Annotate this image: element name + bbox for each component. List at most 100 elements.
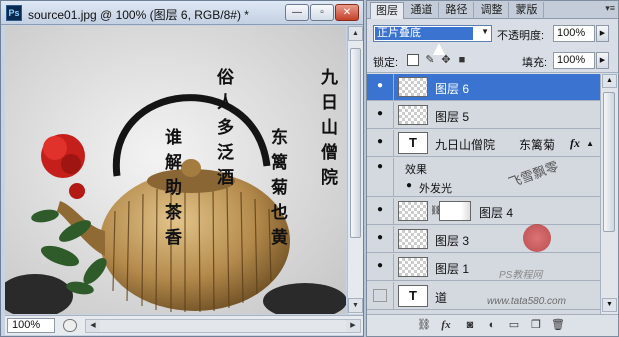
outer-glow-row[interactable]: ● 外发光 [367, 177, 600, 197]
red-seal-icon [523, 224, 551, 252]
blend-opacity-row: 正片叠底 ▼ 不透明度: 100% ▶ [367, 21, 618, 47]
scrollbar-thumb[interactable] [603, 92, 615, 232]
layer-row-6[interactable]: ● 图层 6 [367, 74, 600, 101]
layer-name[interactable]: 图层 3 [435, 232, 469, 249]
lock-all-icon[interactable]: ■ [456, 54, 468, 66]
tab-paths[interactable]: 路径 [440, 2, 474, 19]
lock-transparent-icon[interactable] [407, 54, 419, 66]
scroll-left-arrow-icon[interactable]: ◀ [86, 320, 100, 332]
layer-name[interactable]: 图层 5 [435, 108, 469, 125]
new-group-icon[interactable]: ▭ [507, 319, 521, 332]
layer-row-1[interactable]: ● 图层 1 [367, 254, 600, 281]
layer-row-text[interactable]: ● T 九日山僧院 东篱菊... fx ▲ [367, 130, 600, 157]
fill-field[interactable]: 100% [553, 52, 595, 69]
layers-panel: 图层 通道 路径 调整 蒙版 ▾≡ 正片叠底 ▼ 不透明度: 100% ▶ 锁定… [366, 0, 619, 337]
add-layer-style-icon[interactable]: fx [439, 319, 453, 332]
lock-label: 锁定: [373, 57, 399, 69]
adjustment-layer-icon[interactable]: ◐ [485, 319, 499, 332]
layers-bottom-toolbar: ⛓ fx ◙ ◐ ▭ ❐ 🗑 [367, 314, 618, 336]
zoom-level-field[interactable]: 100% [7, 318, 55, 333]
outer-glow-label[interactable]: 外发光 [419, 180, 452, 196]
scroll-up-arrow-icon[interactable]: ▲ [602, 74, 617, 88]
scroll-up-arrow-icon[interactable]: ▲ [348, 26, 363, 41]
eye-icon[interactable]: ● [370, 204, 390, 218]
visibility-cell[interactable]: ● [367, 198, 394, 224]
minimize-button[interactable]: — [285, 4, 309, 21]
hidden-visibility-box[interactable] [373, 289, 387, 302]
layer-name[interactable]: 图层 1 [435, 260, 469, 277]
close-button[interactable]: ✕ [335, 4, 359, 21]
layer-thumbnail [398, 77, 428, 97]
lock-brush-icon[interactable]: ✎ [424, 54, 436, 66]
visibility-cell[interactable]: ● [367, 226, 394, 252]
layer-thumbnail [398, 105, 428, 125]
eye-icon[interactable]: ● [370, 80, 390, 94]
eye-icon[interactable]: ● [370, 136, 390, 150]
eye-icon[interactable]: ● [370, 232, 390, 246]
status-bar: 100% ◀ ▶ [5, 315, 363, 335]
photoshop-app-icon: Ps [6, 5, 22, 21]
layer-thumbnail [398, 229, 428, 249]
eye-icon[interactable]: ● [370, 260, 390, 274]
opacity-field[interactable]: 100% [553, 25, 595, 42]
document-info-icon[interactable] [63, 319, 77, 332]
dropdown-arrow-icon: ▼ [481, 27, 489, 36]
scroll-down-arrow-icon[interactable]: ▼ [348, 298, 363, 313]
blend-mode-select[interactable]: 正片叠底 ▼ [373, 25, 492, 42]
tab-channels[interactable]: 通道 [405, 2, 439, 19]
watermark-line-2: www.tata580.com [487, 296, 566, 307]
expand-effects-icon[interactable]: ▲ [586, 139, 594, 148]
lock-move-icon[interactable]: ✥ [440, 54, 452, 66]
link-layers-icon[interactable]: ⛓ [417, 319, 431, 332]
eye-icon[interactable]: ● [370, 108, 390, 122]
scroll-down-arrow-icon[interactable]: ▼ [602, 298, 617, 312]
layer-thumbnail [398, 257, 428, 277]
visibility-cell[interactable]: ● [367, 158, 394, 177]
document-title-bar[interactable]: Ps source01.jpg @ 100% (图层 6, RGB/8#) * … [1, 1, 363, 25]
layer-list[interactable]: ● 图层 6 ● 图层 5 ● T 九日山僧院 东篱菊... fx ▲ ● 效果… [367, 74, 600, 314]
visibility-cell[interactable]: ● [367, 102, 394, 128]
maximize-button[interactable]: ▫ [310, 4, 334, 21]
fill-label: 填充: [522, 57, 548, 69]
tab-layers[interactable]: 图层 [370, 2, 404, 19]
blend-mode-value: 正片叠底 [375, 27, 473, 40]
new-layer-icon[interactable]: ❐ [529, 319, 543, 332]
effects-row[interactable]: ● 效果 [367, 158, 600, 177]
delete-layer-icon[interactable]: 🗑 [551, 319, 565, 332]
layer-row-5[interactable]: ● 图层 5 [367, 102, 600, 129]
lock-fill-row: 锁定: ✎ ✥ ■ 填充: 100% ▶ [367, 49, 618, 73]
layer-name[interactable]: 图层 4 [479, 204, 513, 221]
text-layer-thumbnail: T [398, 132, 428, 154]
scroll-right-arrow-icon[interactable]: ▶ [346, 320, 360, 332]
add-mask-icon[interactable]: ◙ [463, 319, 477, 332]
visibility-cell[interactable] [367, 282, 394, 309]
tab-adjustments[interactable]: 调整 [475, 2, 509, 19]
eye-icon[interactable]: ● [399, 180, 419, 194]
poem-column-4: 谁解助茶香 [165, 128, 182, 248]
layer-effects-icon[interactable]: fx [570, 136, 580, 151]
effects-label: 效果 [405, 164, 427, 176]
vertical-scrollbar[interactable]: ▲ ▼ [347, 26, 363, 314]
layer-name[interactable]: 九日山僧院 东篱菊... [435, 136, 555, 153]
eye-icon[interactable]: ● [370, 161, 390, 175]
fill-slider-button[interactable]: ▶ [596, 52, 609, 69]
text-layer-thumbnail: T [398, 285, 428, 307]
image-canvas[interactable]: 九日山僧院 东篱菊也黄 俗人多泛酒 谁解助茶香 [5, 26, 346, 314]
opacity-label: 不透明度: [497, 30, 545, 42]
opacity-slider-button[interactable]: ▶ [596, 25, 609, 42]
horizontal-scrollbar[interactable]: ◀ ▶ [85, 319, 361, 333]
visibility-cell[interactable]: ● [367, 74, 394, 100]
layer-name[interactable]: 道 [435, 289, 447, 306]
layer-name[interactable]: 图层 6 [435, 80, 469, 97]
visibility-cell[interactable]: ● [367, 130, 394, 156]
visibility-cell[interactable]: ● [367, 254, 394, 280]
layer-row-3[interactable]: ● 图层 3 [367, 226, 600, 253]
visibility-cell[interactable] [367, 177, 394, 196]
tab-masks[interactable]: 蒙版 [510, 2, 544, 19]
panel-menu-icon[interactable]: ▾≡ [605, 3, 615, 14]
poem-column-2: 东篱菊也黄 [271, 128, 288, 248]
scrollbar-thumb[interactable] [350, 48, 361, 238]
layer-list-scrollbar[interactable]: ▲ ▼ [600, 74, 618, 314]
layer-row-4[interactable]: ● ⛓ 图层 4 [367, 198, 600, 225]
layer-mask-thumbnail[interactable] [439, 201, 471, 221]
